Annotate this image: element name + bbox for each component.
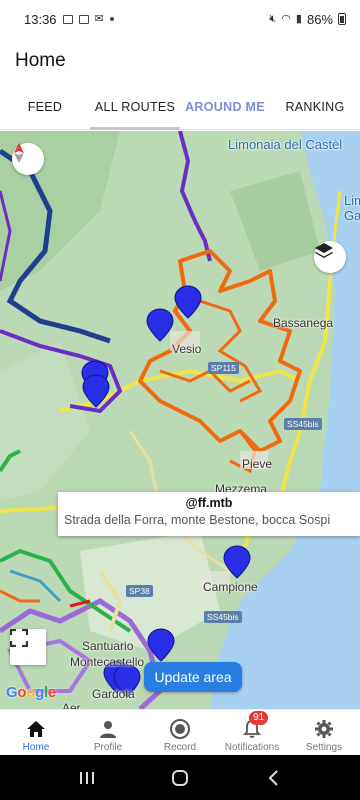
- gallery-notification-icon: [78, 14, 89, 24]
- system-navigation-bar: [0, 755, 360, 800]
- map-label-limone: Limo Ga: [344, 193, 360, 223]
- map-label-bassanega: Bassanega: [273, 316, 334, 330]
- nav-home-label: Home: [22, 742, 50, 753]
- route-info-card[interactable]: @ff.mtb Strada della Forra, monte Beston…: [58, 492, 360, 536]
- system-home-icon: [171, 769, 188, 786]
- map-label-campione: Campione: [203, 580, 258, 594]
- map-label-limonaia: Limonaia del Castèl: [228, 137, 343, 152]
- nav-settings-label: Settings: [305, 742, 343, 753]
- map-label-vesio: Vesio: [172, 342, 202, 356]
- home-icon: [25, 718, 47, 740]
- image-notification-icon: [62, 14, 73, 24]
- tab-feed-label: FEED: [27, 99, 63, 114]
- nav-notifications[interactable]: 91 Notifications: [216, 710, 288, 755]
- mail-icon: ✉: [94, 12, 104, 25]
- tab-ranking[interactable]: RANKING: [270, 84, 360, 129]
- mute-icon: 🔇︎: [269, 12, 277, 25]
- signal-icon: ▮: [295, 12, 302, 25]
- road-badge-ss45bis-south: SS45bis: [204, 611, 242, 623]
- map-label-gardola: Gardola: [92, 687, 135, 701]
- tab-around-me[interactable]: AROUND ME: [180, 84, 270, 129]
- nav-home[interactable]: Home: [0, 710, 72, 755]
- fullscreen-button[interactable]: [10, 629, 46, 665]
- road-badge-ss45bis: SS45bis: [284, 418, 322, 430]
- gear-icon: [313, 718, 335, 740]
- nav-record[interactable]: Record: [144, 710, 216, 755]
- map-label-santuario: Santuario: [82, 639, 134, 653]
- system-home-button[interactable]: [165, 763, 195, 793]
- system-back-button[interactable]: [258, 763, 288, 793]
- tab-feed[interactable]: FEED: [0, 84, 90, 129]
- page-title: Home: [15, 50, 66, 71]
- nav-profile-label: Profile: [93, 742, 123, 753]
- more-notifications-dot-icon: [109, 17, 114, 21]
- compass-icon: [14, 143, 24, 163]
- battery-percent: 86%: [306, 11, 333, 27]
- compass-button[interactable]: [12, 143, 44, 175]
- recent-apps-icon: [79, 771, 94, 784]
- nav-settings[interactable]: Settings: [288, 710, 360, 755]
- layers-icon: [315, 243, 333, 258]
- map-layers-button[interactable]: [314, 241, 346, 273]
- record-icon: [169, 718, 191, 740]
- update-area-button[interactable]: Update area: [144, 662, 242, 692]
- route-description: Strada della Forra, monte Bestone, bocca…: [64, 513, 331, 527]
- tab-all-routes[interactable]: ALL ROUTES: [90, 84, 180, 130]
- status-bar: 13:36 ✉ 🔇︎ ◠ ▮ 86%: [0, 0, 360, 38]
- nav-profile[interactable]: Profile: [72, 710, 144, 755]
- nav-notifications-label: Notifications: [224, 742, 280, 753]
- map-label-aer: Aer: [62, 701, 81, 709]
- battery-icon: [338, 13, 346, 25]
- status-time: 13:36: [24, 11, 57, 27]
- fullscreen-icon: [10, 629, 28, 647]
- map-label-montecastello: Montecastello: [70, 655, 145, 669]
- tab-around-me-label: AROUND ME: [185, 99, 265, 114]
- tab-bar: FEED ALL ROUTES AROUND ME RANKING: [0, 84, 360, 130]
- recent-apps-button[interactable]: [72, 763, 102, 793]
- route-author: @ff.mtb: [185, 496, 233, 510]
- tab-all-routes-label: ALL ROUTES: [94, 99, 176, 114]
- wifi-icon: ◠: [281, 12, 291, 25]
- google-attribution-logo: Google: [6, 684, 56, 701]
- map-view[interactable]: Limonaia del Castèl Limo Ga Bassanega Ve…: [0, 131, 360, 709]
- road-badge-sp38: SP38: [126, 585, 153, 597]
- map-label-pieve: Pieve: [242, 457, 273, 471]
- person-icon: [97, 718, 119, 740]
- tab-ranking-label: RANKING: [285, 99, 345, 114]
- back-chevron-icon: [268, 769, 279, 786]
- app-bar: Home: [0, 38, 360, 84]
- bottom-navigation: Home Profile Record 91 Notifications Set…: [0, 709, 360, 755]
- notification-count-badge: 91: [249, 711, 269, 725]
- nav-record-label: Record: [163, 742, 197, 753]
- road-badge-sp115: SP115: [208, 362, 239, 374]
